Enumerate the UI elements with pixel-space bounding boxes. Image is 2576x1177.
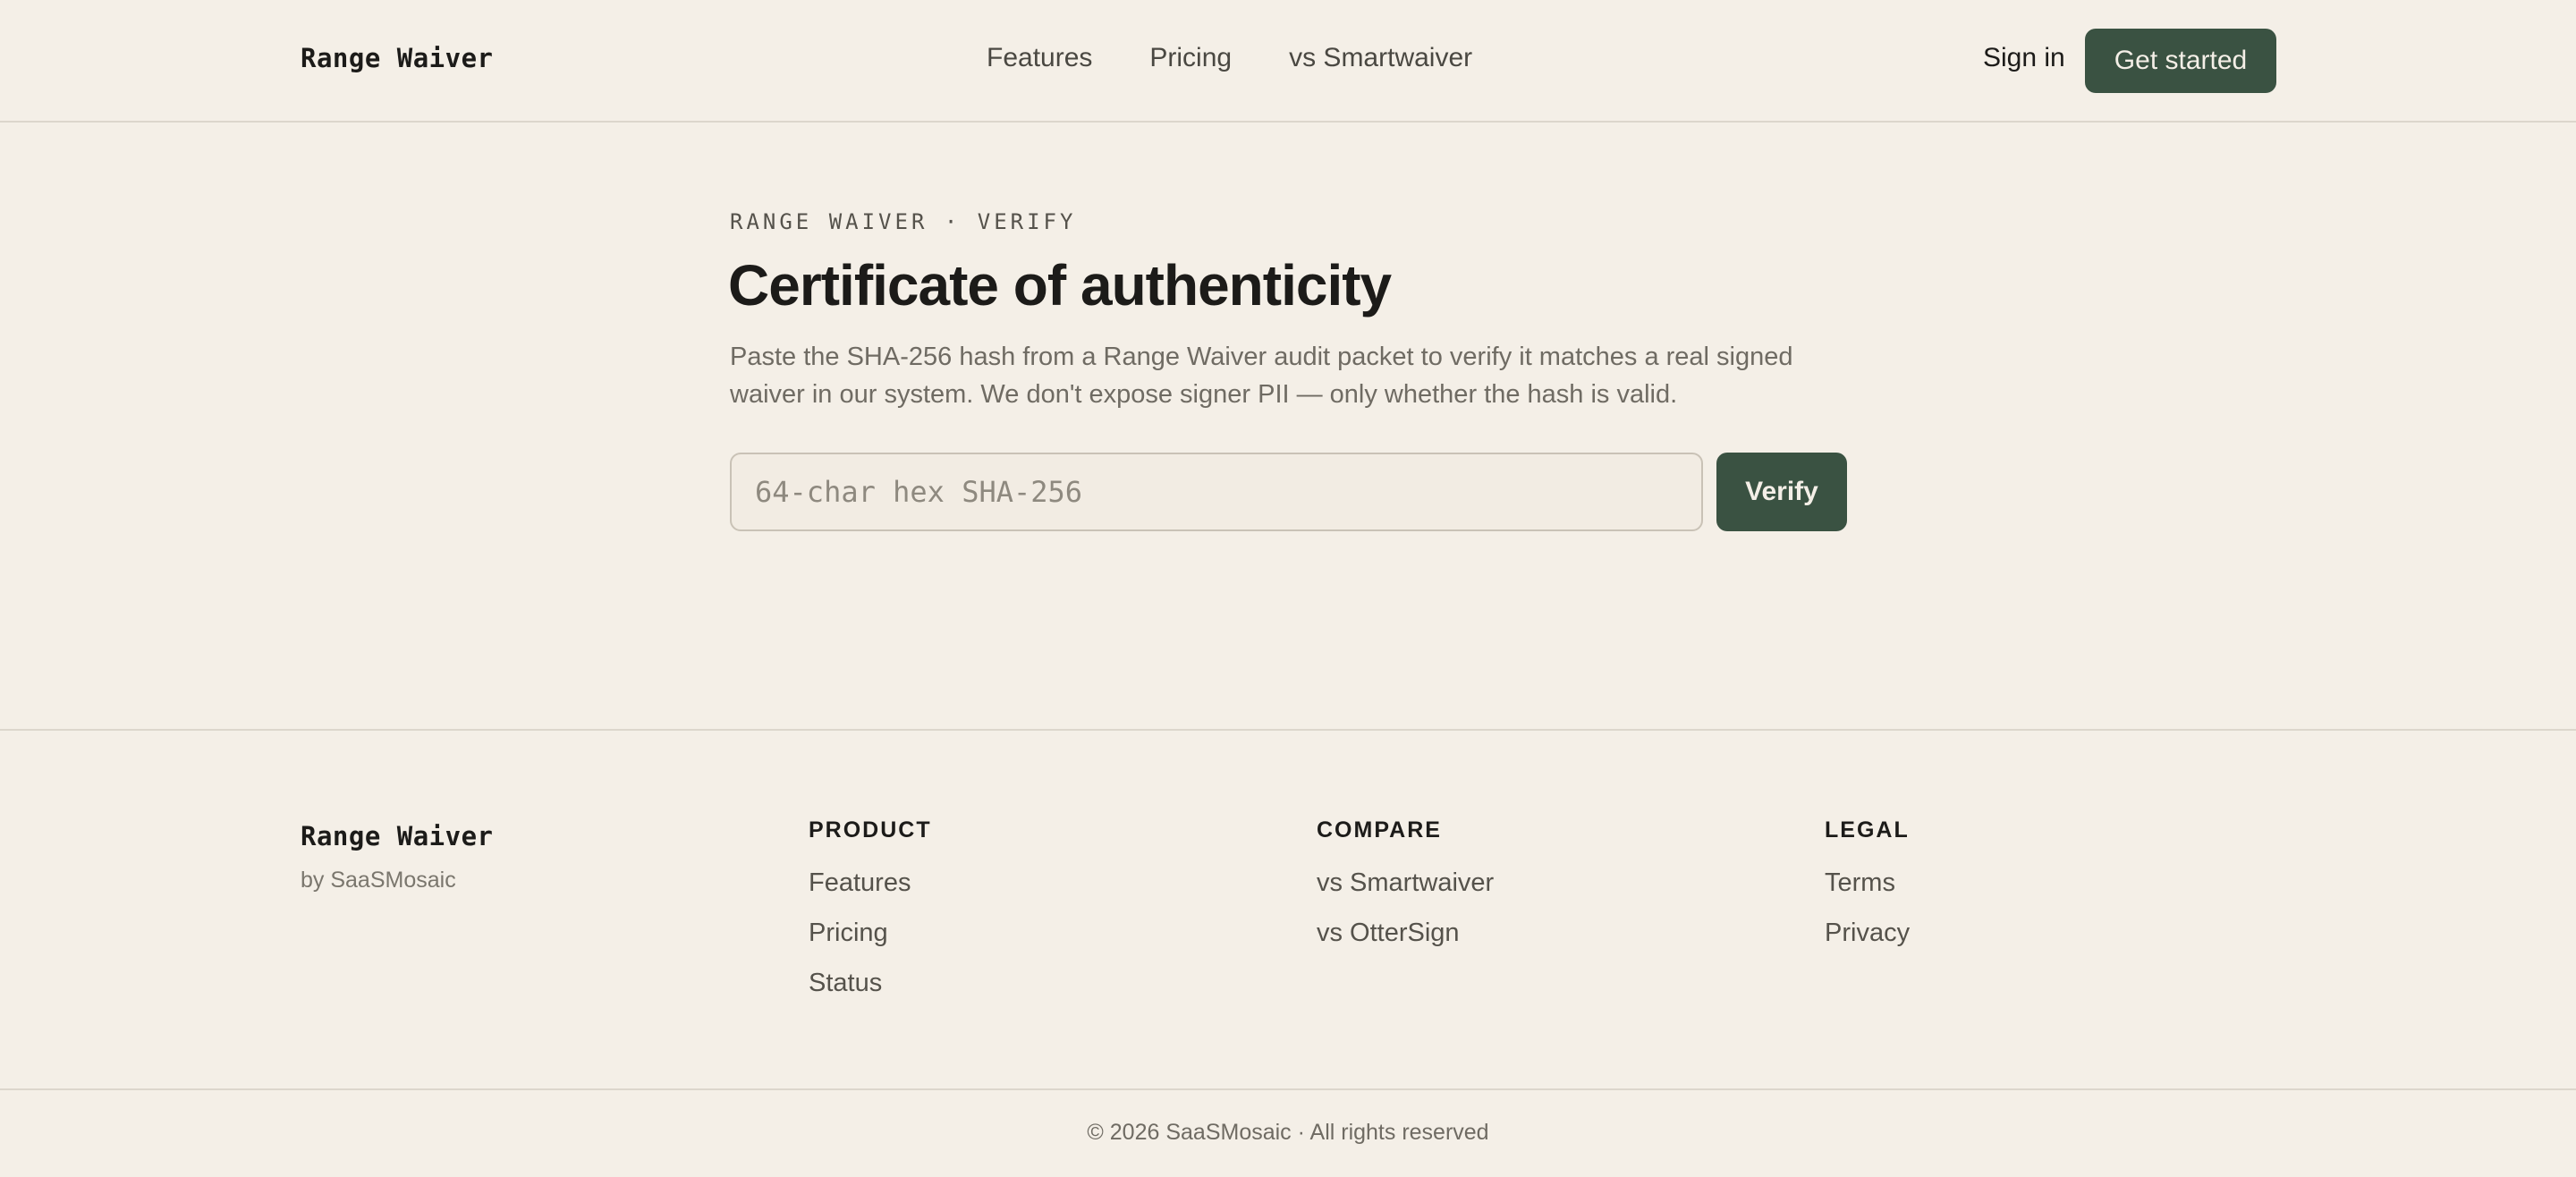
- nav-link-features[interactable]: Features: [987, 43, 1092, 73]
- footer-link-vs-smartwaiver[interactable]: vs Smartwaiver: [1317, 868, 1494, 900]
- get-started-button[interactable]: Get started: [2085, 29, 2276, 93]
- site-header: Range Waiver Features Pricing vs Smartwa…: [0, 0, 2576, 123]
- footer-link-vs-ottersign[interactable]: vs OtterSign: [1317, 919, 1494, 950]
- sign-in-link[interactable]: Sign in: [1983, 43, 2065, 73]
- footer-link-terms[interactable]: Terms: [1825, 868, 1910, 900]
- nav-link-pricing[interactable]: Pricing: [1149, 43, 1232, 73]
- nav-link-vs-smartwaiver[interactable]: vs Smartwaiver: [1289, 43, 1472, 73]
- section-eyebrow: RANGE WAIVER · VERIFY: [730, 209, 1077, 234]
- brand-logo[interactable]: Range Waiver: [301, 43, 494, 73]
- page-title: Certificate of authenticity: [728, 253, 1392, 318]
- copyright-text: © 2026 SaaSMosaic · All rights reserved: [1087, 1120, 1489, 1145]
- footer-link-pricing[interactable]: Pricing: [809, 919, 932, 950]
- footer-divider: [0, 729, 2576, 731]
- footer-link-privacy[interactable]: Privacy: [1825, 919, 1910, 950]
- footer-byline: by SaaSMosaic: [301, 868, 456, 893]
- footer-bottom-divider: [0, 1088, 2576, 1090]
- footer-column-legal: LEGAL Terms Privacy: [1825, 817, 1910, 969]
- footer-column-compare: COMPARE vs Smartwaiver vs OtterSign: [1317, 817, 1494, 969]
- footer-column-title: LEGAL: [1825, 817, 1910, 843]
- footer-link-status[interactable]: Status: [809, 969, 932, 1000]
- footer-brand: Range Waiver: [301, 821, 494, 851]
- verify-button[interactable]: Verify: [1716, 453, 1847, 531]
- footer-column-product: PRODUCT Features Pricing Status: [809, 817, 932, 1019]
- page-description: Paste the SHA-256 hash from a Range Waiv…: [730, 343, 1793, 409]
- hash-input[interactable]: [730, 453, 1703, 531]
- footer-column-title: COMPARE: [1317, 817, 1442, 843]
- footer-column-title: PRODUCT: [809, 817, 932, 843]
- main-nav: Features Pricing vs Smartwaiver: [987, 43, 1472, 73]
- footer-link-features[interactable]: Features: [809, 868, 932, 900]
